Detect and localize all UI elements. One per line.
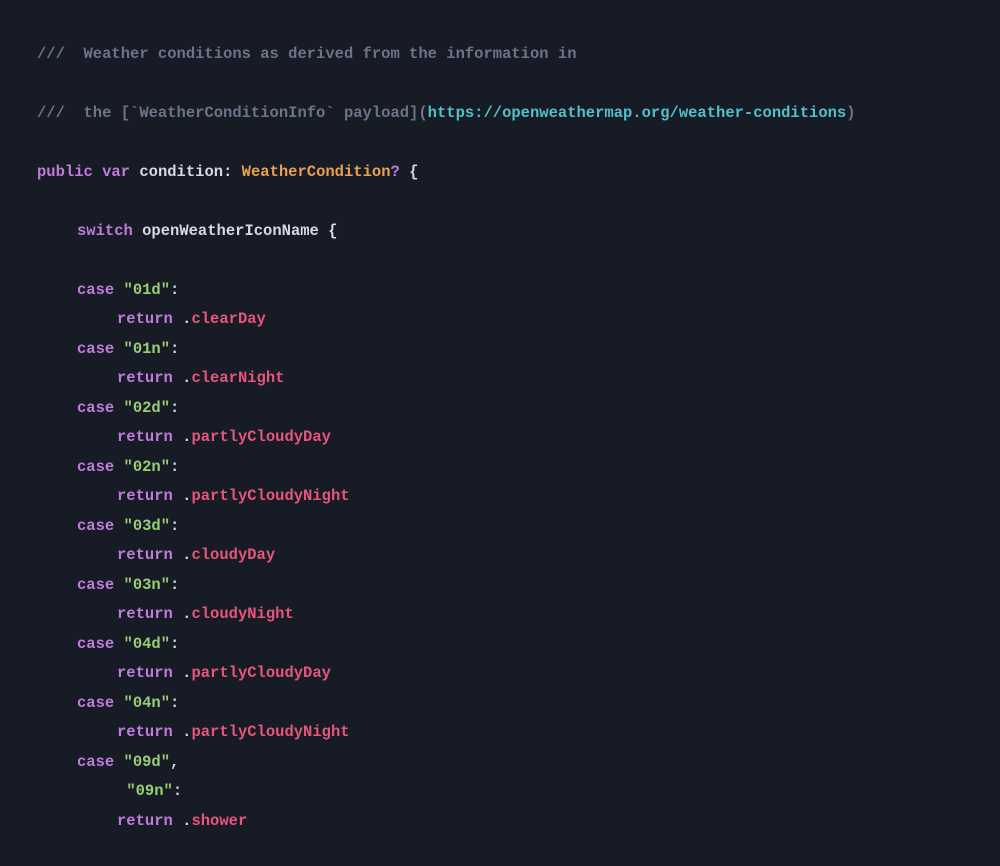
- keyword-return: return: [117, 310, 173, 328]
- switch-expr: openWeatherIconName: [142, 222, 319, 240]
- keyword-switch: switch: [77, 222, 133, 240]
- enum-member: cloudyDay: [191, 546, 275, 564]
- return-line: return .clearDay: [0, 305, 1000, 335]
- comment-line: /// the [`WeatherConditionInfo` payload]…: [0, 99, 1000, 129]
- keyword-var: var: [102, 163, 130, 181]
- case-label-string: "03n": [124, 576, 171, 594]
- enum-member: clearNight: [191, 369, 284, 387]
- comment-text: /// the [`WeatherConditionInfo` payload]…: [37, 104, 428, 122]
- keyword-public: public: [37, 163, 93, 181]
- enum-member: partlyCloudyNight: [191, 723, 349, 741]
- case-label-string: "02n": [124, 458, 171, 476]
- case-line: "09n":: [0, 777, 1000, 807]
- case-line: case "02n":: [0, 453, 1000, 483]
- enum-member: shower: [191, 812, 247, 830]
- case-line: case "09d",: [0, 748, 1000, 778]
- enum-member: partlyCloudyDay: [191, 428, 331, 446]
- keyword-return: return: [117, 812, 173, 830]
- keyword-return: return: [117, 487, 173, 505]
- case-line: case "03d":: [0, 512, 1000, 542]
- return-line: return .cloudyDay: [0, 541, 1000, 571]
- case-line: case "01d":: [0, 276, 1000, 306]
- case-line: case "02d":: [0, 394, 1000, 424]
- return-line: return .partlyCloudyDay: [0, 423, 1000, 453]
- case-label-string: "01d": [124, 281, 171, 299]
- return-line: return .partlyCloudyNight: [0, 718, 1000, 748]
- declaration-line: public var condition: WeatherCondition? …: [0, 158, 1000, 188]
- case-label-string: "09d": [124, 753, 171, 771]
- case-line: case "04d":: [0, 630, 1000, 660]
- code-block: /// Weather conditions as derived from t…: [0, 0, 1000, 866]
- var-name: condition: [139, 163, 223, 181]
- case-label-string: "04d": [124, 635, 171, 653]
- comment-text: ): [846, 104, 855, 122]
- keyword-return: return: [117, 428, 173, 446]
- switch-line: switch openWeatherIconName {: [0, 217, 1000, 247]
- case-line: case "01n":: [0, 335, 1000, 365]
- case-line: case "04n":: [0, 689, 1000, 719]
- case-label-string: "02d": [124, 399, 171, 417]
- return-line: return .partlyCloudyNight: [0, 482, 1000, 512]
- case-label-string: "01n": [124, 340, 171, 358]
- keyword-case: case: [77, 576, 114, 594]
- case-label-string: "04n": [124, 694, 171, 712]
- keyword-case: case: [77, 399, 114, 417]
- keyword-return: return: [117, 664, 173, 682]
- keyword-case: case: [77, 340, 114, 358]
- doc-link[interactable]: https://openweathermap.org/weather-condi…: [428, 104, 847, 122]
- keyword-return: return: [117, 546, 173, 564]
- keyword-return: return: [117, 605, 173, 623]
- case-line: case "03n":: [0, 571, 1000, 601]
- type-name: WeatherCondition: [242, 163, 391, 181]
- comment-line: /// Weather conditions as derived from t…: [0, 40, 1000, 70]
- enum-member: partlyCloudyNight: [191, 487, 349, 505]
- return-line: return .cloudyNight: [0, 600, 1000, 630]
- keyword-case: case: [77, 694, 114, 712]
- comment-text: /// Weather conditions as derived from t…: [37, 45, 577, 63]
- keyword-case: case: [77, 281, 114, 299]
- case-label-string: "09n": [126, 782, 173, 800]
- keyword-case: case: [77, 517, 114, 535]
- enum-member: partlyCloudyDay: [191, 664, 331, 682]
- keyword-case: case: [77, 458, 114, 476]
- keyword-return: return: [117, 369, 173, 387]
- keyword-return: return: [117, 723, 173, 741]
- enum-member: clearDay: [191, 310, 265, 328]
- keyword-case: case: [77, 753, 114, 771]
- return-line: return .clearNight: [0, 364, 1000, 394]
- return-line: return .shower: [0, 807, 1000, 837]
- case-label-string: "03d": [124, 517, 171, 535]
- return-line: return .partlyCloudyDay: [0, 659, 1000, 689]
- enum-member: cloudyNight: [191, 605, 293, 623]
- keyword-case: case: [77, 635, 114, 653]
